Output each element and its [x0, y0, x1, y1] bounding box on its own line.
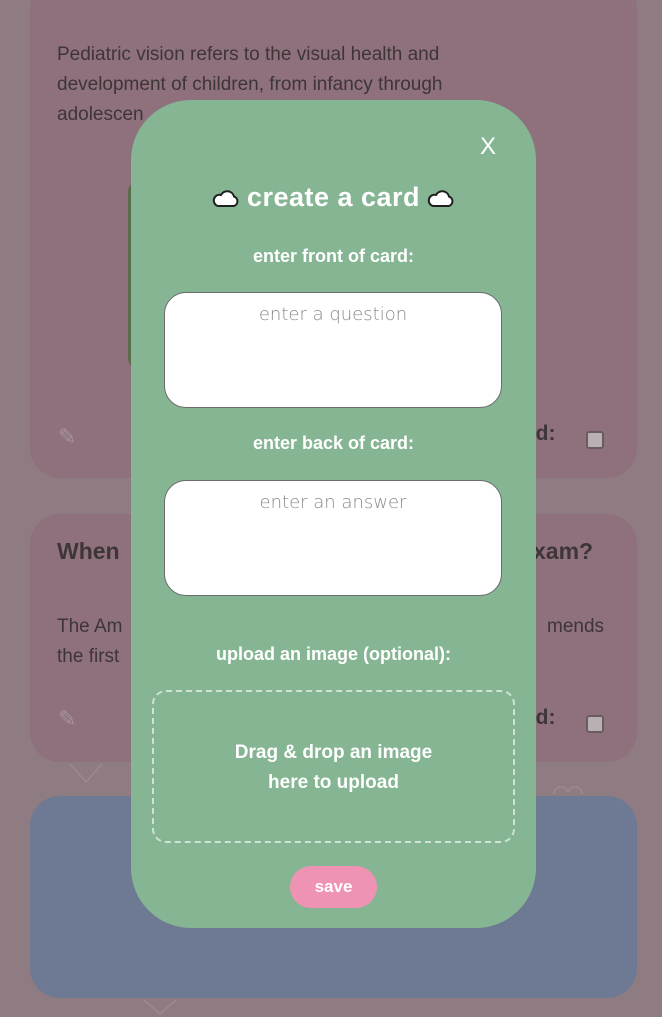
back-label: enter back of card:	[252, 433, 415, 453]
front-of-card-input[interactable]	[164, 292, 502, 408]
modal-title-text: create a card	[246, 182, 421, 212]
modal-title: create a card	[131, 182, 536, 213]
card-body-line: mends	[547, 616, 605, 637]
heart-outline-icon	[143, 999, 177, 1015]
card-body-text: mends	[547, 612, 604, 642]
card-body-line: development of children, from infancy th…	[57, 74, 443, 95]
create-card-modal: X create a card enter front of card: ent…	[131, 100, 536, 928]
heart-outline-icon	[553, 786, 583, 795]
studied-checkbox[interactable]	[586, 715, 604, 733]
pencil-icon[interactable]: ✎	[58, 707, 76, 732]
pencil-icon[interactable]: ✎	[58, 425, 76, 450]
card-question: xam?	[533, 538, 594, 564]
dropzone-text-line: here to upload	[268, 772, 399, 793]
upload-label: upload an image (optional):	[216, 644, 451, 664]
card-body-line: Pediatric vision refers to the visual he…	[57, 44, 440, 65]
heart-outline-icon	[69, 763, 103, 784]
card-body-line: the first	[57, 646, 120, 667]
dropzone-text-line: Drag & drop an image	[234, 742, 433, 763]
card-question: When	[57, 538, 120, 564]
card-body-line: The Am	[57, 616, 123, 637]
cloud-icon	[427, 190, 454, 207]
card-body-text: The Am the first	[57, 612, 122, 672]
front-label: enter front of card:	[252, 246, 414, 266]
image-dropzone[interactable]: Drag & drop an image here to upload	[152, 690, 515, 843]
studied-checkbox[interactable]	[586, 431, 604, 449]
cloud-icon	[212, 190, 239, 207]
back-of-card-input[interactable]	[164, 480, 502, 596]
save-button[interactable]: save	[290, 866, 377, 908]
close-button[interactable]: X	[476, 133, 500, 161]
page: Pediatric vision refers to the visual he…	[0, 0, 662, 1017]
